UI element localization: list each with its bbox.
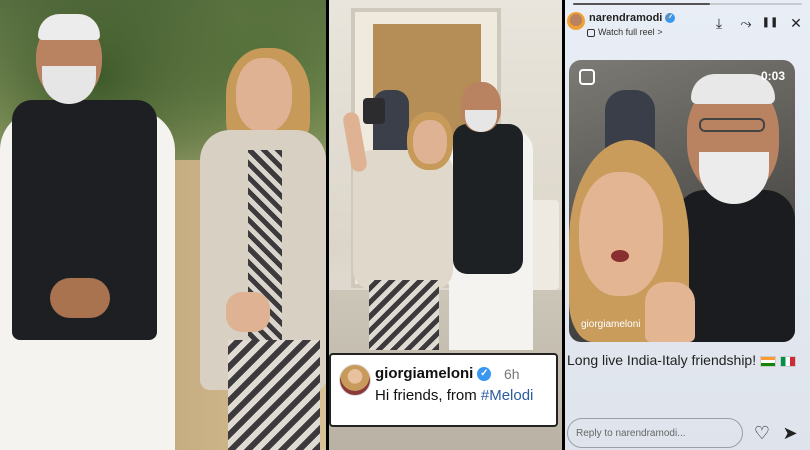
india-flag-icon xyxy=(760,355,777,367)
story-timestamp: 4 xyxy=(665,12,671,23)
photo-panel-selfie: giorgiameloni ✓ 6h Hi friends, from #Melo… xyxy=(329,0,562,450)
man-white-hair xyxy=(38,14,100,40)
waving-hand xyxy=(645,282,695,342)
story-username[interactable]: narendramodi ✓ xyxy=(589,12,676,24)
reply-input[interactable]: Reply to narendramodi... xyxy=(567,418,743,448)
photo-panel-standing xyxy=(0,0,326,450)
caption-message: Hi friends, from xyxy=(375,387,481,404)
selfie-phone xyxy=(363,98,385,124)
instagram-caption-card: giorgiameloni ✓ 6h Hi friends, from #Melo… xyxy=(329,353,558,427)
story-progress-bar xyxy=(573,3,802,5)
reel-preview[interactable]: 0:03 giorgiameloni xyxy=(569,60,795,342)
heart-icon[interactable]: ♡ xyxy=(751,422,773,444)
watch-full-reel-label[interactable]: Watch full reel xyxy=(598,27,655,37)
reshare-icon[interactable]: ⤳ xyxy=(737,14,755,32)
plant-pot xyxy=(529,200,559,290)
caption-text: Hi friends, from #Melodi xyxy=(375,387,533,404)
story-header: narendramodi ✓ 4 Watch full reel > ⤓ ⤳ ❚❚… xyxy=(565,0,810,46)
instagram-story-panel: narendramodi ✓ 4 Watch full reel > ⤓ ⤳ ❚❚… xyxy=(565,0,810,450)
caption-username[interactable]: giorgiameloni ✓ xyxy=(375,365,492,382)
woman-head xyxy=(579,172,663,296)
reels-logo-icon xyxy=(579,69,595,85)
woman-mouth xyxy=(611,250,629,262)
watch-full-reel-link[interactable]: Watch full reel > xyxy=(587,27,662,37)
verified-badge-icon: ✓ xyxy=(477,367,492,382)
woman-patterned-trousers xyxy=(228,340,320,450)
italy-flag-icon xyxy=(780,355,797,367)
reply-placeholder: Reply to narendramodi... xyxy=(576,428,686,439)
woman-head xyxy=(413,120,447,164)
story-overlay-message: Long live India-Italy friendship! xyxy=(567,352,757,368)
woman-patterned-trousers xyxy=(369,280,439,350)
chevron-right-icon: > xyxy=(657,27,663,37)
caption-timestamp: 6h xyxy=(504,366,520,382)
avatar[interactable] xyxy=(567,12,585,30)
hashtag-link[interactable]: #Melodi xyxy=(481,387,534,404)
story-progress-fill xyxy=(573,3,711,5)
caption-username-text[interactable]: giorgiameloni xyxy=(375,365,473,382)
close-icon[interactable]: ✕ xyxy=(787,14,805,32)
reel-icon xyxy=(587,28,595,37)
man-black-vest xyxy=(453,124,523,274)
send-icon[interactable]: ➤ xyxy=(779,422,801,444)
reel-timer: 0:03 xyxy=(760,69,785,83)
story-overlay-text: Long live India-Italy friendship! xyxy=(567,352,810,368)
glasses xyxy=(699,118,765,132)
man-clasped-hands xyxy=(50,278,110,318)
avatar[interactable] xyxy=(339,364,371,396)
pause-icon[interactable]: ❚❚ xyxy=(761,14,779,32)
photo-collage: giorgiameloni ✓ 6h Hi friends, from #Melo… xyxy=(0,0,810,450)
woman-head xyxy=(236,58,292,132)
story-username-text[interactable]: narendramodi xyxy=(589,12,662,24)
woman-hands xyxy=(226,292,270,332)
woman-beige-jacket xyxy=(353,150,453,290)
download-icon[interactable]: ⤓ xyxy=(710,14,728,32)
reel-handle: giorgiameloni xyxy=(581,319,641,330)
